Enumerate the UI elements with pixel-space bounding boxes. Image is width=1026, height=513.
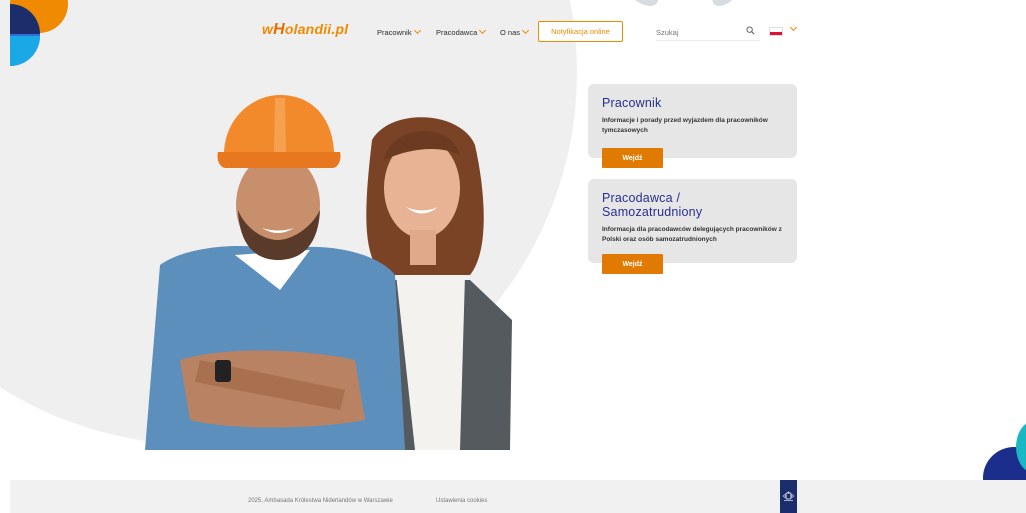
search-icon[interactable]: [746, 26, 755, 35]
chevron-down-icon[interactable]: [789, 23, 798, 32]
decorative-grey-shape: [627, 0, 665, 6]
nav-item-pracodawca[interactable]: Pracodawca: [436, 21, 487, 43]
man-figure: [145, 95, 405, 450]
footer-copyright: 2025, Ambasada Królestwa Niderlandów w W…: [248, 498, 393, 504]
hero-image: [145, 95, 512, 450]
nav-item-pracownik[interactable]: Pracownik: [377, 21, 421, 43]
chevron-down-icon: [413, 26, 421, 35]
logo-suffix: olandii.pl: [284, 21, 349, 37]
embassy-logo: [780, 480, 797, 513]
card-title: Pracownik: [602, 96, 662, 110]
decorative-grey-shape: [707, 0, 739, 6]
logo-letter: H: [273, 21, 285, 38]
nav-label: Pracownik: [377, 27, 412, 37]
site-logo[interactable]: wHolandii.pl: [262, 21, 348, 39]
card-pracownik: Pracownik Informacje i porady przed wyja…: [588, 84, 797, 158]
card-pracodawca: Pracodawca / Samozatrudniony Informacja …: [588, 179, 797, 263]
chevron-down-icon: [479, 26, 487, 35]
page: wHolandii.pl Pracownik Pracodawca O nas …: [0, 0, 1026, 513]
card-description: Informacje i porady przed wyjazdem dla p…: [602, 117, 768, 134]
coat-of-arms-icon: [783, 491, 794, 501]
footer-cookies-link[interactable]: Ustawienia cookies: [436, 498, 487, 504]
nav-label: O nas: [500, 27, 521, 37]
poland-flag-icon[interactable]: [769, 27, 783, 36]
nav-item-o-nas[interactable]: O nas: [500, 21, 530, 43]
card-description: Informacja dla pracodawców delegujących …: [602, 226, 782, 243]
footer: [10, 480, 1026, 513]
card-title: Pracodawca / Samozatrudniony: [602, 191, 703, 219]
nav-label: Pracodawca: [436, 27, 478, 37]
enter-button-pracodawca[interactable]: Wejdź: [602, 254, 663, 274]
chevron-down-icon: [521, 26, 530, 35]
logo-prefix: w: [262, 21, 274, 37]
enter-button-pracownik[interactable]: Wejdź: [602, 148, 663, 168]
notification-online-button[interactable]: Notyfikacja online: [538, 21, 623, 42]
search-input[interactable]: [656, 24, 760, 41]
